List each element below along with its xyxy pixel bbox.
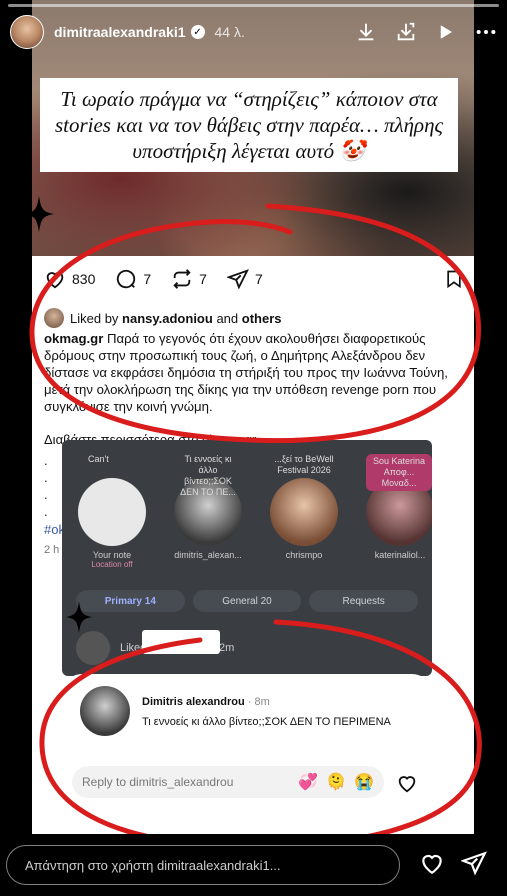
story-header: dimitraalexandraki1 ✓ 44 λ. [0,12,507,52]
tab-primary[interactable]: Primary 14 [76,590,185,612]
download-icon[interactable] [355,21,377,43]
post-actions: 830 7 7 7 [44,268,277,290]
list-item[interactable]: Liked a message · 12m [76,626,418,670]
reply-placeholder: Reply to dimitris_alexandrou [82,775,234,789]
reply-popup: Dimitris alexandrou · 8m Τι εννοείς κι ά… [62,674,432,824]
sender-avatar[interactable] [80,686,130,736]
story-reply-bar: Απάντηση στο χρήστη dimitraalexandraki1.… [0,834,507,896]
tab-requests[interactable]: Requests [309,590,419,612]
story-time: 44 λ. [214,24,245,40]
story-reply-input[interactable]: Απάντηση στο χρήστη dimitraalexandraki1.… [6,845,400,885]
note-subtext: Location off [91,560,133,569]
liked-by: Liked by nansy.adoniou and others [44,308,282,328]
sparkle-icon [24,196,54,232]
comment-action[interactable]: 7 [115,268,151,290]
shares-count: 7 [254,271,263,287]
like-action[interactable]: 830 [44,268,95,290]
note-katerina[interactable]: Sou Katerina Αποφ... Μοναδ... katerinali… [358,450,432,560]
note-name: Your note [92,550,132,560]
note-name: katerinaliol... [374,550,426,560]
quote-text-sticker: Τι ωραίο πράγμα να “στηρίζεις” κάποιον σ… [40,78,458,172]
comments-count: 7 [143,271,152,287]
note-avatar [270,478,338,546]
repost-icon [173,269,191,289]
inbox-tabs: Primary 14 General 20 Requests [76,590,419,612]
message-text: Τι εννοείς κι άλλο βίντεο;;ΣΟΚ ΔΕΝ ΤΟ ΠΕ… [142,716,391,728]
emoji-hearts[interactable]: 💞 [298,772,318,792]
note-name: chrismpo [285,550,323,560]
send-icon[interactable] [459,850,487,881]
bookmark-icon[interactable] [444,268,464,295]
story-reply-placeholder: Απάντηση στο χρήστη dimitraalexandraki1.… [25,857,281,873]
redaction-box [142,630,220,654]
note-bubble: ...ξεί το BeWell Festival 2026 [274,454,334,475]
avatar[interactable] [10,15,44,49]
repost-action[interactable]: 7 [171,268,207,290]
more-options-icon[interactable] [475,21,497,43]
notes-row: Can't Your note Location off Τι εννοείς … [62,440,432,578]
caption-text: Παρά το γεγονός ότι έχουν ακολουθήσει δι… [44,331,448,414]
inbox-screenshot: Can't Your note Location off Τι εννοείς … [62,440,432,676]
heart-icon[interactable] [419,850,445,881]
others-link[interactable]: others [242,311,282,326]
heart-icon[interactable] [396,772,418,799]
comment-icon [117,269,136,289]
emoji-melting[interactable]: 🫠 [326,772,346,792]
heart-icon [46,272,64,289]
post-caption: okmag.gr Παρά το γεγονός ότι έχουν ακολο… [44,330,464,415]
avatar [76,631,110,665]
note-bubble: Can't [88,454,109,464]
note-avatar [78,478,146,546]
post-age: 2 h [44,544,60,556]
caption-dots: . . . . [44,453,48,519]
emoji-crying[interactable]: 😭 [354,772,374,792]
play-icon[interactable] [435,21,457,43]
reply-input[interactable]: Reply to dimitris_alexandrou 💞 🫠 😭 [72,766,384,798]
note-chrismpo[interactable]: ...ξεί το BeWell Festival 2026 chrismpo [262,450,346,560]
verified-icon: ✓ [190,25,205,39]
likes-count: 830 [72,271,96,287]
story-username[interactable]: dimitraalexandraki1 [54,24,186,40]
reposts-count: 7 [199,271,207,287]
share-action[interactable]: 7 [226,268,263,290]
note-your[interactable]: Can't Your note Location off [70,450,154,569]
save-icon[interactable] [395,21,417,43]
liker-avatar [44,308,64,328]
tab-general[interactable]: General 20 [192,590,302,612]
sparkle-icon [66,601,92,633]
sender-name[interactable]: Dimitris alexandrou · 8m [142,696,270,708]
liker-username[interactable]: nansy.adoniou [122,311,213,326]
note-bubble: Sou Katerina Αποφ... Μοναδ... [366,454,432,491]
note-bubble: Τι εννοείς κι άλλο βίντεο;;ΣΟΚ ΔΕΝ ΤΟ ΠΕ… [180,454,236,497]
quote-text: Τι ωραίο πράγμα να “στηρίζεις” κάποιον σ… [54,87,444,163]
send-icon [226,269,249,290]
message-time: · 8m [247,696,270,708]
note-name: dimitris_alexan... [174,550,242,560]
story-progress-bar [8,4,499,7]
caption-username[interactable]: okmag.gr [44,331,103,346]
note-dimitris[interactable]: Τι εννοείς κι άλλο βίντεο;;ΣΟΚ ΔΕΝ ΤΟ ΠΕ… [166,450,250,560]
